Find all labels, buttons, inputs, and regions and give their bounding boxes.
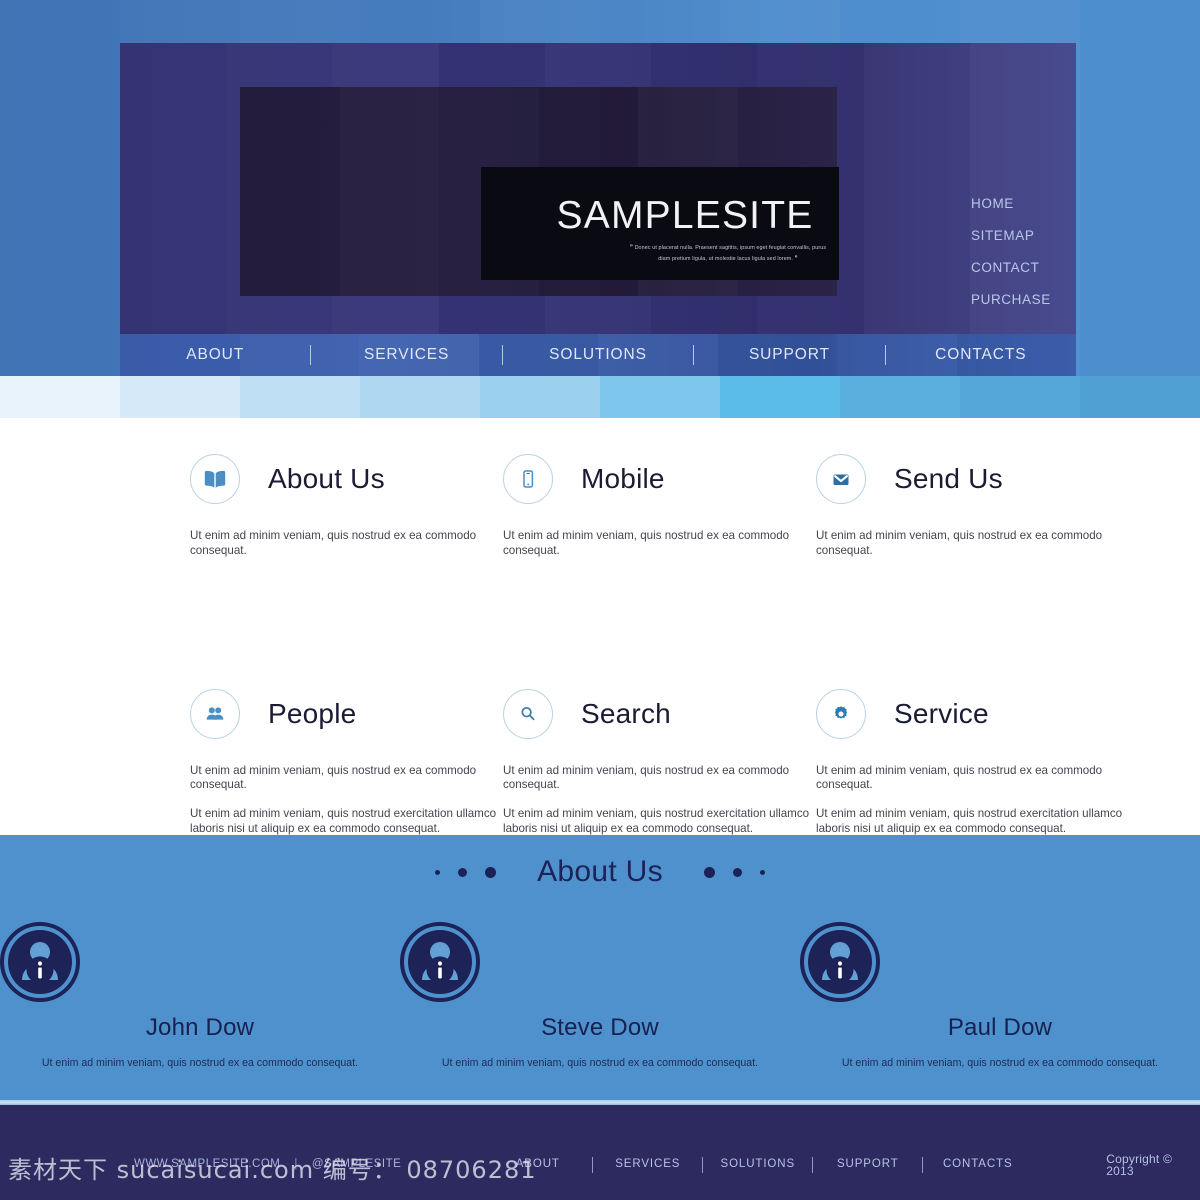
gradient-band (0, 376, 1200, 418)
features-grid: About Us Ut enim ad minim veniam, quis n… (190, 451, 1122, 837)
feature-card-service[interactable]: Service Ut enim ad minim veniam, quis no… (816, 686, 1129, 837)
mobile-phone-icon[interactable] (503, 454, 553, 504)
top-nav-item-purchase[interactable]: PURCHASE (971, 293, 1076, 307)
site-logo: SAMPLESITE (556, 194, 814, 237)
feature-card-people[interactable]: People Ut enim ad minim veniam, quis nos… (190, 686, 503, 837)
team-member-name: Paul Dow (947, 1014, 1053, 1041)
feature-body: Ut enim ad minim veniam, quis nostrud ex… (816, 764, 1129, 837)
top-nav: HOME SITEMAP CONTACT PURCHASE (971, 197, 1076, 325)
team-member-bio: Ut enim ad minim veniam, quis nostrud ex… (841, 1057, 1159, 1069)
feature-paragraph: Ut enim ad minim veniam, quis nostrud ex… (503, 807, 810, 836)
feature-body: Ut enim ad minim veniam, quis nostrud ex… (503, 764, 816, 837)
feature-paragraph: Ut enim ad minim veniam, quis nostrud ex… (503, 529, 790, 557)
features-section: About Us Ut enim ad minim veniam, quis n… (0, 418, 1200, 835)
decorative-dots-right (695, 866, 774, 878)
main-nav-item-services[interactable]: SERVICES (311, 347, 501, 363)
feature-paragraph: Ut enim ad minim veniam, quis nostrud ex… (190, 529, 477, 557)
main-nav-item-about[interactable]: ABOUT (120, 347, 310, 363)
main-nav-item-support[interactable]: SUPPORT (694, 347, 884, 363)
footer-nav-item-services[interactable]: SERVICES (615, 1158, 680, 1171)
footer-nav-item-contacts[interactable]: CONTACTS (943, 1158, 1013, 1171)
team-member-steve-dow[interactable]: Steve Dow Ut enim ad minim veniam, quis … (400, 922, 800, 1070)
footer-nav-item-solutions[interactable]: SOLUTIONS (721, 1158, 796, 1171)
quote-open-mark: ” (629, 245, 633, 251)
search-icon[interactable] (503, 688, 553, 739)
footer-copyright: Copyright © 2013 (1106, 1152, 1173, 1178)
feature-header: Service (816, 686, 1129, 742)
feature-body: Ut enim ad minim veniam, quis nostrud ex… (816, 529, 1129, 559)
feature-paragraph: Ut enim ad minim veniam, quis nostrud ex… (190, 807, 497, 836)
book-icon[interactable] (190, 454, 240, 504)
main-nav-item-contacts[interactable]: CONTACTS (886, 347, 1076, 363)
main-nav-item-solutions[interactable]: SOLUTIONS (503, 347, 693, 363)
feature-body: Ut enim ad minim veniam, quis nostrud ex… (190, 764, 503, 837)
user-info-avatar-icon (800, 922, 1200, 1002)
feature-paragraph: Ut enim ad minim veniam, quis nostrud ex… (816, 763, 1103, 792)
feature-card-about-us[interactable]: About Us Ut enim ad minim veniam, quis n… (190, 451, 503, 559)
feature-title: Mobile (581, 463, 665, 494)
stock-image-watermark: 素材天下 sucaisucai.com 编号： 08706281 (8, 1156, 537, 1184)
team-member-name: Steve Dow (541, 1014, 659, 1041)
main-nav: ABOUT SERVICES SOLUTIONS SUPPORT CONTACT… (120, 334, 1076, 376)
feature-paragraph: Ut enim ad minim veniam, quis nostrud ex… (503, 763, 790, 792)
team-member-name: John Dow (145, 1014, 255, 1041)
top-nav-item-sitemap[interactable]: SITEMAP (971, 229, 1076, 243)
decorative-dots-left (426, 866, 505, 878)
team-members: John Dow Ut enim ad minim veniam, quis n… (0, 922, 1200, 1070)
footer-nav: ABOUT SERVICES SOLUTIONS SUPPORT CONTACT… (483, 1157, 1032, 1173)
top-nav-item-home[interactable]: HOME (971, 197, 1076, 211)
site-footer: WWW.SAMPLESITE.COM | @SAMPLESITE ABOUT S… (0, 1105, 1200, 1200)
feature-card-send-us[interactable]: Send Us Ut enim ad minim veniam, quis no… (816, 451, 1129, 559)
feature-paragraph: Ut enim ad minim veniam, quis nostrud ex… (816, 807, 1123, 836)
feature-title: About Us (268, 463, 385, 494)
user-info-avatar-icon (400, 922, 800, 1002)
team-section: About Us John Dow Ut enim ad minim venia… (0, 835, 1200, 1105)
feature-body: Ut enim ad minim veniam, quis nostrud ex… (503, 529, 816, 559)
feature-header: Search (503, 686, 816, 742)
features-row-1: About Us Ut enim ad minim veniam, quis n… (190, 451, 1102, 559)
team-title: About Us (537, 855, 663, 888)
hero-tagline: ” Donec ut placerat nulla. Praesent sagi… (628, 243, 828, 265)
feature-header: People (190, 686, 503, 742)
footer-nav-item-support[interactable]: SUPPORT (837, 1158, 899, 1171)
site-header: SAMPLESITE ” Donec ut placerat nulla. Pr… (0, 0, 1200, 376)
features-row-2: People Ut enim ad minim veniam, quis nos… (190, 686, 1122, 837)
team-member-paul-dow[interactable]: Paul Dow Ut enim ad minim veniam, quis n… (800, 922, 1200, 1070)
feature-body: Ut enim ad minim veniam, quis nostrud ex… (190, 529, 503, 559)
feature-header: Send Us (816, 451, 1129, 507)
user-info-avatar-icon (0, 922, 400, 1002)
feature-title: Service (894, 697, 989, 729)
team-member-john-dow[interactable]: John Dow Ut enim ad minim veniam, quis n… (0, 922, 400, 1070)
feature-paragraph: Ut enim ad minim veniam, quis nostrud ex… (190, 763, 477, 792)
team-member-bio: Ut enim ad minim veniam, quis nostrud ex… (441, 1057, 759, 1069)
feature-header: Mobile (503, 451, 816, 507)
people-icon[interactable] (190, 688, 240, 739)
feature-card-mobile[interactable]: Mobile Ut enim ad minim veniam, quis nos… (503, 451, 816, 559)
feature-card-search[interactable]: Search Ut enim ad minim veniam, quis nos… (503, 686, 816, 837)
feature-header: About Us (190, 451, 503, 507)
feature-paragraph: Ut enim ad minim veniam, quis nostrud ex… (816, 529, 1103, 557)
feature-title: Search (581, 697, 671, 729)
envelope-icon[interactable] (816, 454, 866, 504)
team-member-bio: Ut enim ad minim veniam, quis nostrud ex… (41, 1057, 359, 1069)
feature-title: People (268, 697, 357, 729)
team-section-header: About Us (0, 857, 1200, 887)
quote-close-mark: ” (794, 256, 798, 263)
feature-title: Send Us (894, 463, 1003, 494)
top-nav-item-contact[interactable]: CONTACT (971, 261, 1076, 275)
header-panel: SAMPLESITE ” Donec ut placerat nulla. Pr… (120, 43, 1076, 334)
gear-icon[interactable] (816, 688, 866, 739)
